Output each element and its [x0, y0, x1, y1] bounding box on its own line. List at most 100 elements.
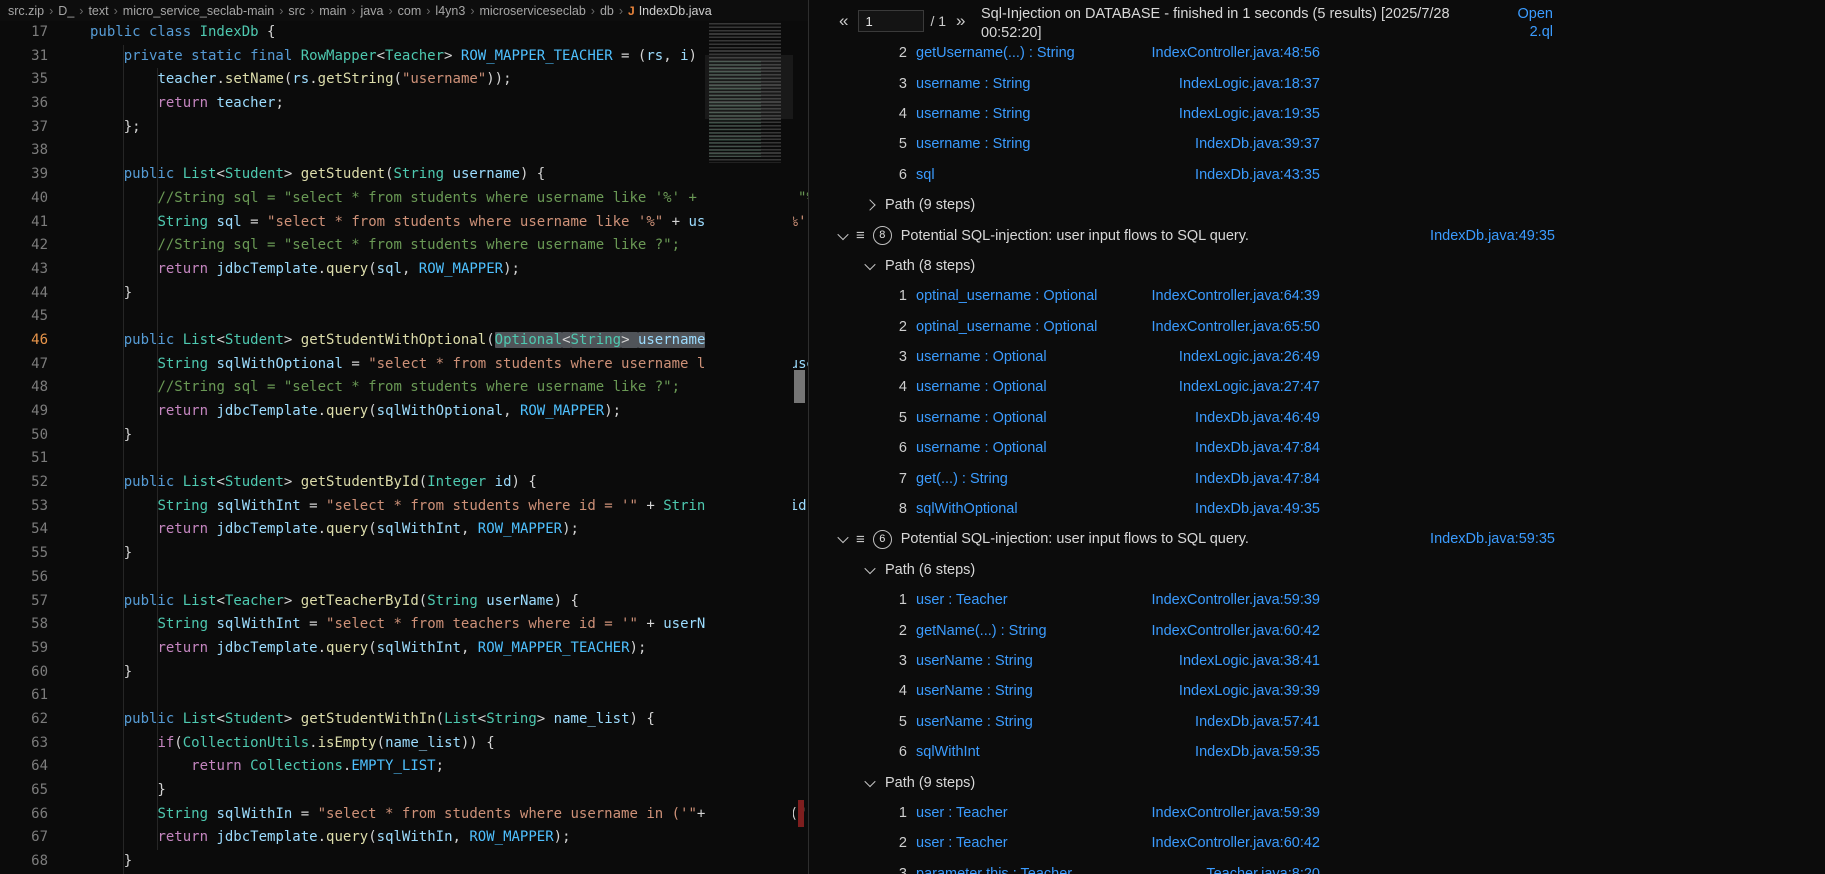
line-number[interactable]: 67: [0, 826, 90, 850]
result-step-row[interactable]: 2optinal_username : OptionalIndexControl…: [809, 312, 1825, 342]
code-line[interactable]: 51: [0, 447, 808, 471]
line-number[interactable]: 55: [0, 542, 90, 566]
code-line[interactable]: 62 public List<Student> getStudentWithIn…: [0, 708, 808, 732]
minimap-slider[interactable]: [705, 55, 793, 119]
step-location-link[interactable]: IndexDb.java:39:37: [1195, 136, 1320, 152]
breadcrumb-item[interactable]: text: [88, 4, 108, 18]
step-location-link[interactable]: IndexController.java:48:56: [1152, 45, 1320, 61]
step-name-link[interactable]: sqlWithOptional: [916, 501, 1018, 517]
step-name-link[interactable]: getUsername(...) : String: [916, 45, 1075, 61]
line-number[interactable]: 63: [0, 732, 90, 756]
line-number[interactable]: 59: [0, 637, 90, 661]
code-line[interactable]: 66 String sqlWithIn = "select * from stu…: [0, 803, 808, 827]
chevron-down-icon[interactable]: [837, 228, 848, 239]
previous-page-button[interactable]: «: [835, 11, 852, 31]
step-location-link[interactable]: Teacher.java:8:20: [1206, 866, 1320, 874]
code-line[interactable]: 43 return jdbcTemplate.query(sql, ROW_MA…: [0, 258, 808, 282]
step-name-link[interactable]: username : Optional: [916, 440, 1047, 456]
code-line[interactable]: 53 String sqlWithInt = "select * from st…: [0, 495, 808, 519]
breadcrumb-item[interactable]: l4yn3: [435, 4, 465, 18]
step-location-link[interactable]: IndexDb.java:46:49: [1195, 410, 1320, 426]
line-number[interactable]: 50: [0, 424, 90, 448]
path-row[interactable]: Path (6 steps): [809, 555, 1825, 585]
code-line[interactable]: 52 public List<Student> getStudentById(I…: [0, 471, 808, 495]
step-location-link[interactable]: IndexController.java:59:39: [1152, 805, 1320, 821]
breadcrumb-item[interactable]: java: [361, 4, 384, 18]
alert-location-link[interactable]: IndexDb.java:49:35: [1430, 228, 1555, 244]
line-number[interactable]: 52: [0, 471, 90, 495]
code-line[interactable]: 47 String sqlWithOptional = "select * fr…: [0, 353, 808, 377]
code-line[interactable]: 56: [0, 566, 808, 590]
step-location-link[interactable]: IndexDb.java:47:84: [1195, 440, 1320, 456]
code-line[interactable]: 38: [0, 139, 808, 163]
code-line[interactable]: 45: [0, 305, 808, 329]
step-name-link[interactable]: username : String: [916, 106, 1030, 122]
line-number[interactable]: 45: [0, 305, 90, 329]
code-line[interactable]: 58 String sqlWithInt = "select * from te…: [0, 613, 808, 637]
chevron-right-icon[interactable]: [864, 199, 875, 210]
line-number[interactable]: 40: [0, 187, 90, 211]
chevron-down-icon[interactable]: [864, 259, 875, 270]
path-row[interactable]: Path (8 steps): [809, 251, 1825, 281]
code-line[interactable]: 63 if(CollectionUtils.isEmpty(name_list)…: [0, 732, 808, 756]
code-line[interactable]: 60 }: [0, 661, 808, 685]
line-number[interactable]: 57: [0, 590, 90, 614]
result-step-row[interactable]: 2getName(...) : StringIndexController.ja…: [809, 615, 1825, 645]
breadcrumb-item[interactable]: microserviceseclab: [479, 4, 585, 18]
code-line[interactable]: 41 String sql = "select * from students …: [0, 211, 808, 235]
step-location-link[interactable]: IndexController.java:64:39: [1152, 288, 1320, 304]
step-name-link[interactable]: user : Teacher: [916, 592, 1008, 608]
code-line[interactable]: 46 public List<Student> getStudentWithOp…: [0, 329, 808, 353]
step-name-link[interactable]: user : Teacher: [916, 835, 1008, 851]
chevron-down-icon[interactable]: [864, 775, 875, 786]
code-line[interactable]: 65 }: [0, 779, 808, 803]
step-location-link[interactable]: IndexLogic.java:38:41: [1179, 653, 1320, 669]
line-number[interactable]: 37: [0, 116, 90, 140]
result-step-row[interactable]: 1user : TeacherIndexController.java:59:3…: [809, 585, 1825, 615]
line-number[interactable]: 56: [0, 566, 90, 590]
line-number[interactable]: 58: [0, 613, 90, 637]
line-number[interactable]: 38: [0, 139, 90, 163]
code-line[interactable]: 35 teacher.setName(rs.getString("usernam…: [0, 68, 808, 92]
line-number[interactable]: 49: [0, 400, 90, 424]
result-step-row[interactable]: 7get(...) : StringIndexDb.java:47:84: [809, 463, 1825, 493]
code-line[interactable]: 64 return Collections.EMPTY_LIST;: [0, 755, 808, 779]
step-name-link[interactable]: username : Optional: [916, 410, 1047, 426]
breadcrumb-file[interactable]: IndexDb.java: [639, 4, 712, 18]
result-step-row[interactable]: 6username : OptionalIndexDb.java:47:84: [809, 433, 1825, 463]
alert-location-link[interactable]: IndexDb.java:59:35: [1430, 531, 1555, 547]
line-number[interactable]: 46: [0, 329, 90, 353]
step-location-link[interactable]: IndexController.java:59:39: [1152, 592, 1320, 608]
step-location-link[interactable]: IndexLogic.java:18:37: [1179, 76, 1320, 92]
step-location-link[interactable]: IndexDb.java:43:35: [1195, 167, 1320, 183]
line-number[interactable]: 64: [0, 755, 90, 779]
step-location-link[interactable]: IndexDb.java:57:41: [1195, 714, 1320, 730]
result-step-row[interactable]: 1optinal_username : OptionalIndexControl…: [809, 281, 1825, 311]
line-number[interactable]: 41: [0, 211, 90, 235]
step-location-link[interactable]: IndexLogic.java:26:49: [1179, 349, 1320, 365]
code-line[interactable]: 54 return jdbcTemplate.query(sqlWithInt,…: [0, 518, 808, 542]
line-number[interactable]: 31: [0, 45, 90, 69]
line-number[interactable]: 54: [0, 518, 90, 542]
result-step-row[interactable]: 3username : OptionalIndexLogic.java:26:4…: [809, 342, 1825, 372]
step-name-link[interactable]: parameter this : Teacher: [916, 866, 1072, 874]
step-location-link[interactable]: IndexController.java:65:50: [1152, 319, 1320, 335]
breadcrumb-item[interactable]: micro_service_seclab-main: [123, 4, 274, 18]
result-step-row[interactable]: 8sqlWithOptionalIndexDb.java:49:35: [809, 494, 1825, 524]
step-name-link[interactable]: username : Optional: [916, 379, 1047, 395]
step-name-link[interactable]: username : String: [916, 136, 1030, 152]
code-line[interactable]: 67 return jdbcTemplate.query(sqlWithIn, …: [0, 826, 808, 850]
code-line[interactable]: 17public class IndexDb {: [0, 21, 808, 45]
open-query-link[interactable]: Open 2.ql: [1501, 5, 1553, 41]
breadcrumb-item[interactable]: src: [288, 4, 305, 18]
code-line[interactable]: 50 }: [0, 424, 808, 448]
step-name-link[interactable]: user : Teacher: [916, 805, 1008, 821]
result-step-row[interactable]: 4username : StringIndexLogic.java:19:35: [809, 99, 1825, 129]
step-name-link[interactable]: sql: [916, 167, 935, 183]
result-step-row[interactable]: 2user : TeacherIndexController.java:60:4…: [809, 828, 1825, 858]
scrollbar-thumb[interactable]: [794, 370, 805, 403]
step-location-link[interactable]: IndexLogic.java:19:35: [1179, 106, 1320, 122]
line-number[interactable]: 17: [0, 21, 90, 45]
code-line[interactable]: 37 };: [0, 116, 808, 140]
code-line[interactable]: 61: [0, 684, 808, 708]
